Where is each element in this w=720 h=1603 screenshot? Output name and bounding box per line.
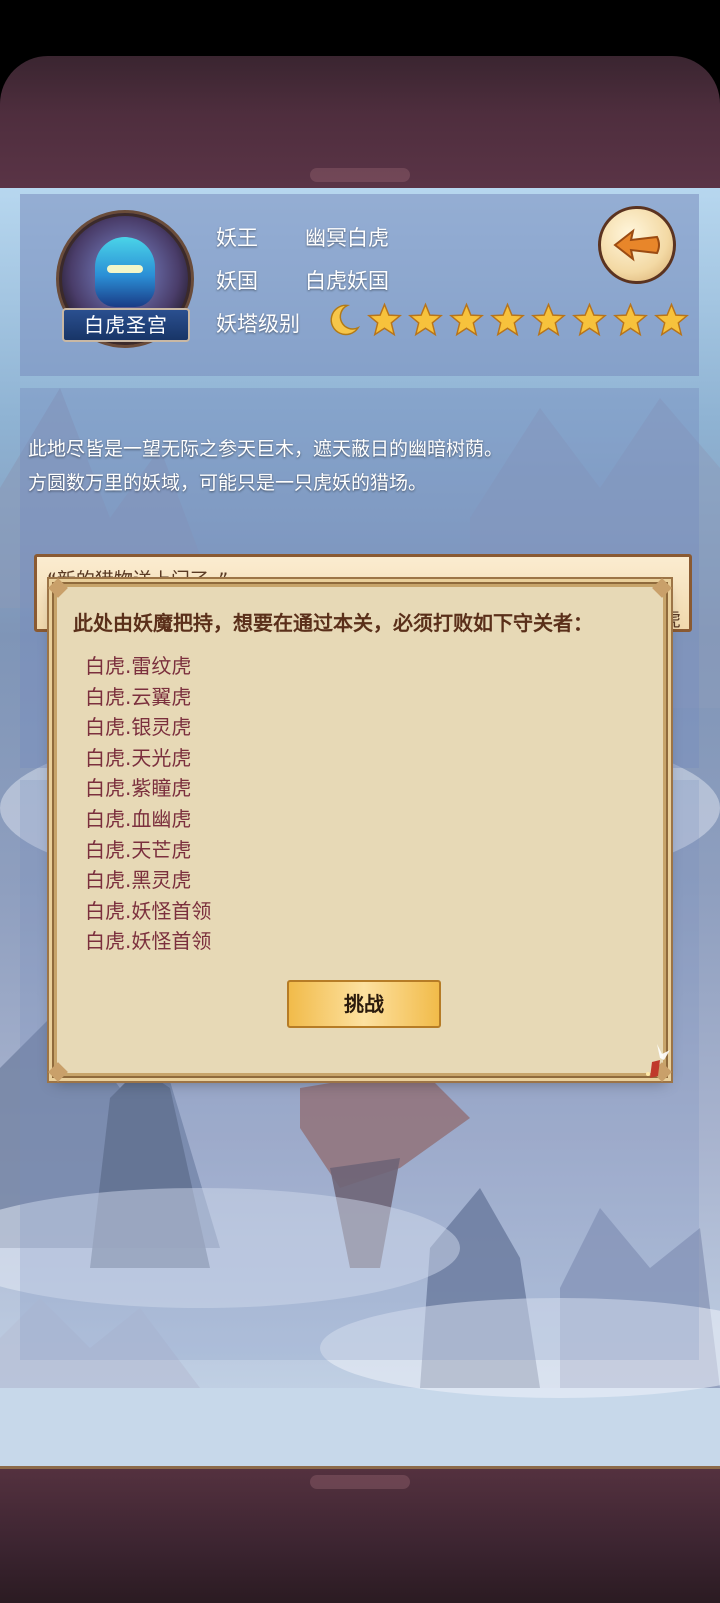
- star-icon: [490, 302, 525, 337]
- star-icon: [367, 302, 402, 337]
- back-button[interactable]: [598, 206, 676, 284]
- king-value: 幽冥白虎: [305, 226, 389, 250]
- star-icon: [449, 302, 484, 337]
- star-icon: [613, 302, 648, 337]
- guardian-list: 白虎.雷纹虎 白虎.云翼虎 白虎.银灵虎 白虎.天光虎 白虎.紫瞳虎 白虎.血幽…: [85, 651, 211, 957]
- palace-name-label: 白虎圣宫: [62, 308, 190, 342]
- kingdom-label: 妖国: [216, 269, 258, 293]
- tower-level-label: 妖塔级别: [216, 312, 300, 336]
- guardian-item: 白虎.雷纹虎: [85, 654, 192, 678]
- top-frame-ornament: [310, 168, 410, 182]
- guardian-item: 白虎.黑灵虎: [85, 868, 192, 893]
- tower-level-rating: [326, 300, 689, 340]
- king-label: 妖王: [216, 226, 258, 250]
- bottom-frame: [0, 1466, 720, 1603]
- guardian-dialog: 此处由妖魔把持，想要在通过本关，必须打败如下守关者： 白虎.雷纹虎 白虎.云翼虎…: [48, 578, 672, 1082]
- star-icon: [654, 302, 689, 337]
- star-icon: [531, 302, 566, 337]
- challenge-button[interactable]: 挑战: [287, 980, 441, 1028]
- fairy-sprite-icon: [646, 1044, 670, 1078]
- dialog-heading: 此处由妖魔把持，想要在通过本关，必须打败如下守关者：: [73, 611, 593, 635]
- guardian-item: 白虎.血幽虎: [85, 806, 192, 831]
- back-arrow-icon: [613, 228, 660, 262]
- description-line-2: 方圆数万里的妖域，可能只是一只虎妖的猎场。: [28, 472, 428, 494]
- guardian-item: 白虎.云翼虎: [85, 684, 192, 709]
- description-line-1: 此地尽皆是一望无际之参天巨木，遮天蔽日的幽暗树荫。: [28, 438, 504, 460]
- bottom-frame-ornament: [310, 1475, 410, 1489]
- kingdom-value: 白虎妖国: [305, 269, 389, 293]
- guardian-item: 白虎.天光虎: [85, 745, 192, 770]
- crescent-moon-icon: [330, 304, 361, 336]
- mask-eyes: [107, 265, 143, 273]
- guardian-item: 白虎.妖怪首领: [85, 929, 212, 954]
- guardian-item: 白虎.妖怪首领: [85, 898, 212, 923]
- top-frame: [0, 56, 720, 191]
- guardian-item: 白虎.天芒虎: [85, 837, 192, 862]
- star-icon: [408, 302, 443, 337]
- guardian-item: 白虎.紫瞳虎: [85, 776, 192, 801]
- star-icon: [572, 302, 607, 337]
- guardian-item: 白虎.银灵虎: [85, 715, 192, 740]
